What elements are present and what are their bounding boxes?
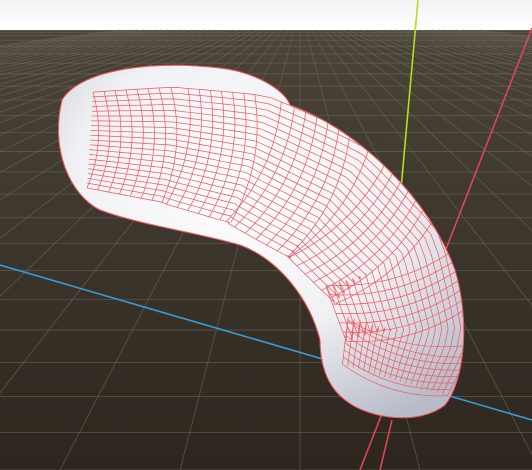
sky-background	[0, 0, 532, 30]
viewport-scene	[0, 0, 532, 470]
3d-viewport[interactable]	[0, 0, 532, 470]
